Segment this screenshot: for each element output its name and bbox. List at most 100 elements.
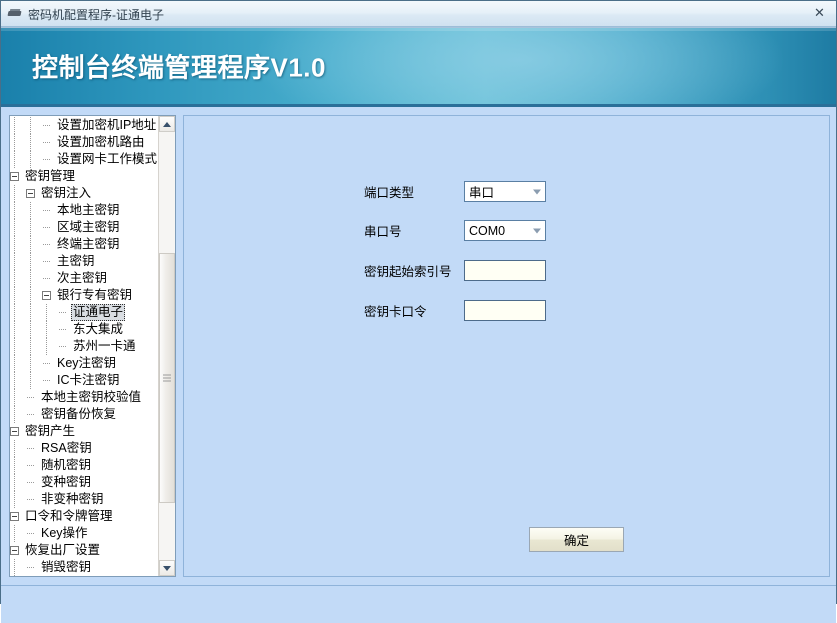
tree-indent-guide <box>10 270 26 287</box>
scroll-up-icon[interactable] <box>159 116 175 132</box>
tree-item[interactable]: Key操作 <box>10 525 158 542</box>
tree-collapse-icon[interactable] <box>10 546 19 555</box>
tree-item[interactable]: 终端主密钥 <box>10 236 158 253</box>
tree-item-label: 次主密钥 <box>57 271 108 285</box>
tree-indent-guide <box>26 355 42 372</box>
tree-item-label: Key操作 <box>41 526 88 540</box>
scrollbar-track[interactable] <box>159 132 175 560</box>
tree-indent-guide <box>10 321 26 338</box>
form-field-label: 密钥卡口令 <box>364 305 427 319</box>
tree-indent-guide <box>26 270 42 287</box>
tree-item[interactable]: 非变种密钥 <box>10 491 158 508</box>
scroll-down-icon[interactable] <box>159 560 175 576</box>
tree-indent-guide <box>26 236 42 253</box>
tree-item[interactable]: 密钥产生 <box>10 423 158 440</box>
tree-item[interactable]: 银行专有密钥 <box>10 287 158 304</box>
tree-indent-guide <box>10 457 26 474</box>
close-icon[interactable]: ✕ <box>807 3 832 23</box>
tree-item-label: 密钥备份恢复 <box>41 407 117 421</box>
tree-indent-guide <box>10 559 26 576</box>
tree-leaf-icon <box>42 240 51 249</box>
tree-indent-guide <box>10 406 26 423</box>
dropdown-select[interactable]: 串口 <box>464 181 546 202</box>
tree-item[interactable]: 证通电子 <box>10 304 158 321</box>
tree-item[interactable]: 设置加密机路由 <box>10 134 158 151</box>
tree-indent-guide <box>10 117 26 134</box>
chevron-down-icon[interactable] <box>533 228 541 233</box>
confirm-button[interactable]: 确定 <box>529 527 624 552</box>
tree-item-label: 本地主密钥校验值 <box>41 390 142 404</box>
scrollbar-grip-icon <box>163 374 171 382</box>
tree-leaf-icon <box>26 444 35 453</box>
tree-scrollbar[interactable] <box>158 116 175 576</box>
tree-item[interactable]: 本地主密钥 <box>10 202 158 219</box>
chevron-down-icon[interactable] <box>533 189 541 194</box>
tree-item[interactable]: 苏州一卡通 <box>10 338 158 355</box>
tree-indent-guide <box>26 134 42 151</box>
dropdown-value: 串口 <box>469 186 495 200</box>
tree-item[interactable]: 密钥注入 <box>10 185 158 202</box>
tree-leaf-icon <box>26 461 35 470</box>
tree-item-label: RSA密钥 <box>41 441 92 455</box>
tree-item[interactable]: 恢复出厂设置 <box>10 542 158 559</box>
tree-indent-guide <box>26 321 42 338</box>
tree-indent-guide <box>10 236 26 253</box>
tree-leaf-icon <box>42 155 51 164</box>
tree-indent-guide <box>10 304 26 321</box>
tree-leaf-icon <box>58 342 67 351</box>
tree-item[interactable]: 随机密钥 <box>10 457 158 474</box>
tree-item[interactable]: 密钥管理 <box>10 168 158 185</box>
tree-indent-guide <box>26 287 42 304</box>
tree-item[interactable]: 设置网卡工作模式 <box>10 151 158 168</box>
tree-item-label: 随机密钥 <box>41 458 92 472</box>
tree-item[interactable]: 东大集成 <box>10 321 158 338</box>
scrollbar-thumb[interactable] <box>159 253 175 503</box>
tree-indent-guide <box>10 253 26 270</box>
application-window: 密码机配置程序-证通电子 ✕ 控制台终端管理程序V1.0 设置加密机IP地址 设置… <box>0 0 837 623</box>
tree-item[interactable]: 密钥备份恢复 <box>10 406 158 423</box>
app-banner: 控制台终端管理程序V1.0 <box>1 28 836 107</box>
tree-item-label: Key注密钥 <box>57 356 117 370</box>
window-footer <box>1 585 836 623</box>
tree-item[interactable]: 销毁密钥 <box>10 559 158 576</box>
form-field-label: 密钥起始索引号 <box>364 265 452 279</box>
tree-item[interactable]: 本地主密钥校验值 <box>10 389 158 406</box>
tree-item-label: 密钥产生 <box>25 424 76 438</box>
tree-leaf-icon <box>42 138 51 147</box>
tree-indent-guide <box>10 134 26 151</box>
window-title: 密码机配置程序-证通电子 <box>28 7 164 22</box>
tree-collapse-icon[interactable] <box>10 172 19 181</box>
tree-indent-guide <box>10 389 26 406</box>
banner-title: 控制台终端管理程序V1.0 <box>32 52 326 83</box>
tree-indent-guide <box>26 372 42 389</box>
tree-indent-guide <box>26 202 42 219</box>
tree-indent-guide <box>26 338 42 355</box>
tree-item[interactable]: Key注密钥 <box>10 355 158 372</box>
tree-item[interactable]: 口令和令牌管理 <box>10 508 158 525</box>
tree-item[interactable]: 设置加密机IP地址 <box>10 117 158 134</box>
tree-item[interactable]: 变种密钥 <box>10 474 158 491</box>
tree-item[interactable]: RSA密钥 <box>10 440 158 457</box>
tree-item-label: 本地主密钥 <box>57 203 120 217</box>
tree-leaf-icon <box>26 410 35 419</box>
tree-collapse-icon[interactable] <box>26 189 35 198</box>
tree-scroll-area: 设置加密机IP地址 设置加密机路由 设置网卡工作模式 密钥管理密钥注入 本地主密钥区域主… <box>10 116 158 576</box>
tree-indent-guide <box>10 440 26 457</box>
tree-leaf-icon <box>58 308 67 317</box>
tree-collapse-icon[interactable] <box>10 427 19 436</box>
tree-item[interactable]: 次主密钥 <box>10 270 158 287</box>
dropdown-select[interactable]: COM0 <box>464 220 546 241</box>
tree-item-label: 销毁密钥 <box>41 560 92 574</box>
tree-item-label: 证通电子 <box>71 304 126 321</box>
tree-collapse-icon[interactable] <box>10 512 19 521</box>
tree-item[interactable]: 主密钥 <box>10 253 158 270</box>
text-input[interactable] <box>464 260 546 281</box>
tree-leaf-icon <box>26 563 35 572</box>
form-row: 密钥卡口令 <box>364 300 546 321</box>
tree-collapse-icon[interactable] <box>42 291 51 300</box>
dropdown-value: COM0 <box>469 223 506 238</box>
tree-item[interactable]: 区域主密钥 <box>10 219 158 236</box>
tree-item-label: 密钥管理 <box>25 169 76 183</box>
text-input[interactable] <box>464 300 546 321</box>
tree-item[interactable]: IC卡注密钥 <box>10 372 158 389</box>
